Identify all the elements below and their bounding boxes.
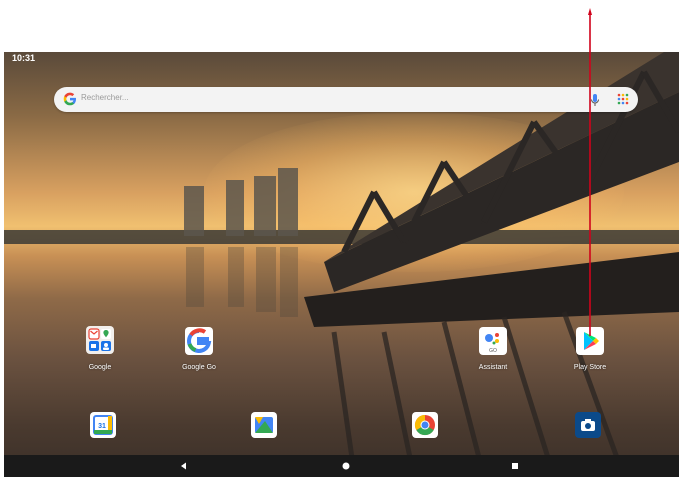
water-reflection [256, 247, 276, 312]
svg-text:GO: GO [489, 348, 497, 354]
back-button[interactable] [168, 455, 198, 477]
water-reflection [186, 247, 204, 307]
skyline-tower [184, 186, 204, 236]
annotation-arrow [588, 8, 592, 336]
assistant-icon[interactable]: GO [479, 327, 507, 355]
status-bar: 10:31 [4, 52, 679, 66]
skyline-tower [278, 168, 298, 236]
calendar-icon[interactable]: 31 [90, 412, 116, 438]
water-reflection [280, 247, 298, 317]
svg-text:31: 31 [98, 423, 106, 430]
files-icon[interactable] [251, 412, 277, 438]
recents-square-icon [512, 463, 518, 469]
apps-grid-icon[interactable] [617, 93, 629, 105]
bridge-structure [304, 52, 679, 477]
back-triangle-icon [181, 462, 186, 470]
status-time: 10:31 [12, 53, 36, 63]
camera-icon[interactable] [575, 412, 601, 438]
skyline-tower [254, 176, 276, 236]
search-input[interactable]: Rechercher... [81, 93, 129, 102]
search-bar[interactable]: Rechercher... [54, 87, 638, 112]
skyline-tower [226, 180, 244, 236]
chrome-icon[interactable] [412, 412, 438, 438]
water-reflection [228, 247, 244, 307]
app-label-assistant[interactable]: Assistant [453, 364, 533, 371]
app-label-google[interactable]: Google [60, 364, 140, 371]
home-circle-icon [342, 462, 350, 470]
home-button[interactable] [331, 455, 361, 477]
app-label-play-store[interactable]: Play Store [550, 364, 630, 371]
recents-button[interactable] [500, 455, 530, 477]
google-folder-icon[interactable] [86, 326, 114, 354]
app-label-google-go[interactable]: Google Go [159, 364, 239, 371]
navigation-bar [4, 455, 679, 477]
google-g-icon [63, 92, 76, 106]
google-go-icon[interactable] [185, 327, 213, 355]
